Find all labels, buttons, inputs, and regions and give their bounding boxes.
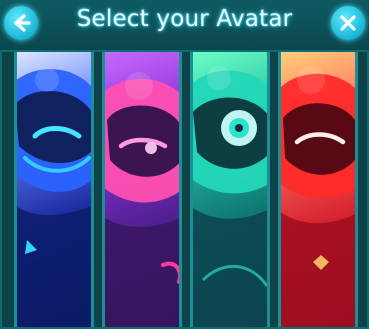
avatar-art-blue bbox=[17, 68, 91, 329]
close-button[interactable] bbox=[331, 6, 365, 40]
close-icon bbox=[340, 15, 356, 31]
avatar-select-screen: Select your Avatar bbox=[0, 0, 369, 329]
avatar-card-blue[interactable] bbox=[14, 50, 94, 329]
avatar-card-teal[interactable] bbox=[190, 50, 270, 329]
avatar-art-teal bbox=[193, 66, 267, 329]
header-bar: Select your Avatar bbox=[0, 0, 369, 50]
avatar-grid bbox=[14, 50, 358, 329]
avatar-card-magenta[interactable] bbox=[102, 50, 182, 329]
avatar-art-magenta bbox=[105, 72, 179, 329]
avatar-art-red bbox=[281, 66, 355, 329]
avatar-card-red[interactable] bbox=[278, 50, 358, 329]
page-title: Select your Avatar bbox=[76, 6, 293, 32]
